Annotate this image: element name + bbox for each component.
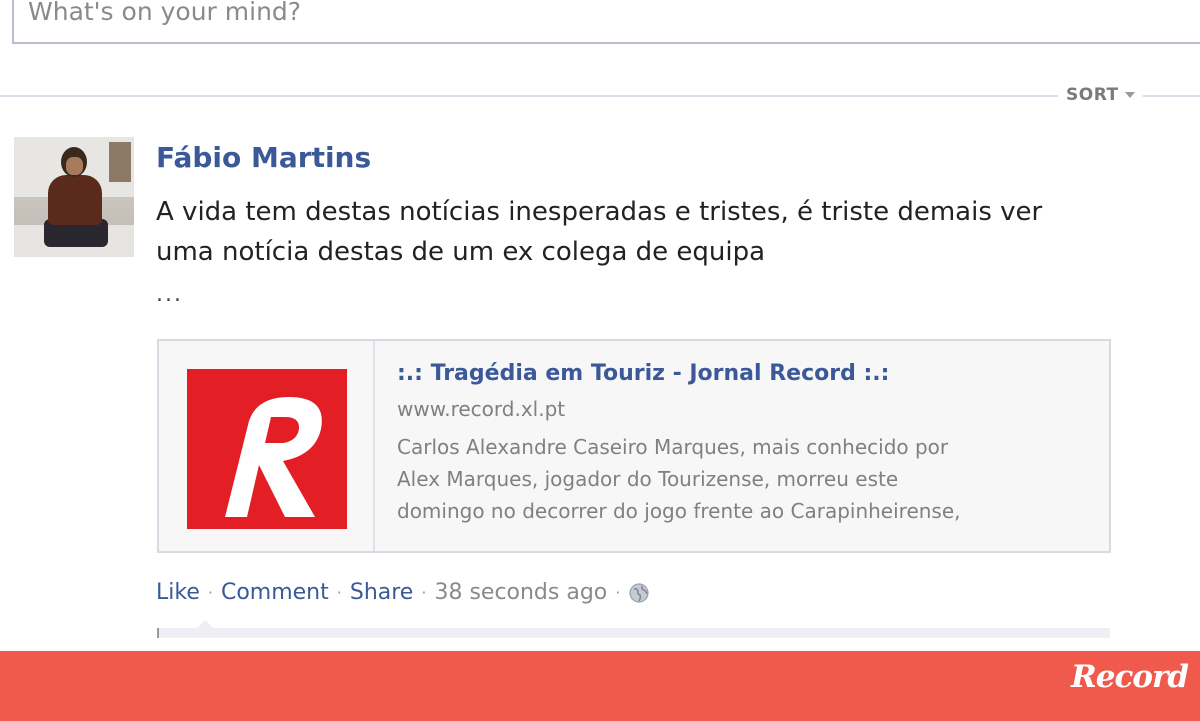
link-title[interactable]: :.: Tragédia em Touriz - Jornal Record :… — [397, 361, 889, 386]
sort-label: SORT — [1066, 85, 1119, 105]
separator: · — [421, 583, 427, 602]
status-input[interactable] — [28, 0, 1178, 28]
comment-box-edge — [157, 628, 159, 638]
record-brand-logo: Record — [1070, 659, 1189, 695]
status-composer[interactable] — [12, 0, 1200, 44]
link-description: Carlos Alexandre Caseiro Marques, mais c… — [397, 431, 1097, 527]
feed-divider — [0, 95, 1200, 97]
chevron-down-icon — [1124, 92, 1135, 98]
like-link[interactable]: Like — [156, 580, 200, 605]
post-text-line: uma notícia destas de um ex colega de eq… — [156, 237, 766, 267]
comment-box[interactable] — [158, 628, 1110, 638]
record-logo-icon — [187, 369, 347, 529]
link-preview-card[interactable]: :.: Tragédia em Touriz - Jornal Record :… — [157, 339, 1111, 553]
link-description-line: domingo no decorrer do jogo frente ao Ca… — [397, 499, 961, 523]
link-description-line: Carlos Alexandre Caseiro Marques, mais c… — [397, 435, 949, 459]
see-more-link[interactable]: ... — [156, 282, 183, 307]
share-link[interactable]: Share — [350, 580, 414, 605]
footer-bar: Record — [0, 651, 1200, 721]
sort-button[interactable]: SORT — [1058, 82, 1143, 108]
post-actions: Like · Comment · Share · 38 seconds ago … — [156, 580, 650, 605]
post-timestamp[interactable]: 38 seconds ago — [434, 580, 607, 605]
link-description-line: Alex Marques, jogador do Tourizense, mor… — [397, 467, 899, 491]
avatar[interactable] — [14, 137, 134, 257]
link-domain: www.record.xl.pt — [397, 397, 566, 421]
comment-link[interactable]: Comment — [221, 580, 329, 605]
separator: · — [336, 583, 342, 602]
link-thumbnail[interactable] — [159, 341, 375, 551]
post-text-line: A vida tem destas notícias inesperadas e… — [156, 197, 1043, 227]
author-name[interactable]: Fábio Martins — [156, 141, 371, 174]
post-text: A vida tem destas notícias inesperadas e… — [156, 192, 1156, 272]
globe-icon[interactable] — [628, 582, 650, 604]
separator: · — [615, 583, 621, 602]
separator: · — [207, 583, 213, 602]
